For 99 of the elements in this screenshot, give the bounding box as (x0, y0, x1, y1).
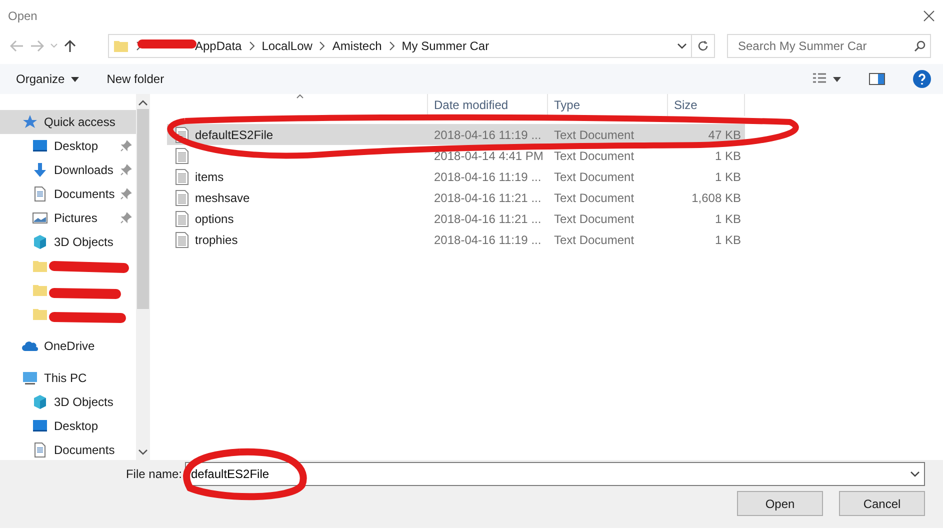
sidebar-item[interactable]: Documents (0, 182, 136, 206)
up-arrow-icon[interactable] (64, 39, 76, 53)
breadcrumb[interactable]: My Summer Car (402, 39, 490, 53)
cube-icon (32, 394, 48, 410)
refresh-button[interactable] (691, 34, 715, 58)
file-name-box[interactable]: defaultES2File (185, 462, 925, 486)
close-icon[interactable] (923, 10, 935, 22)
file-name: items (195, 170, 224, 184)
pin-icon[interactable] (120, 140, 132, 152)
help-icon[interactable] (913, 70, 931, 88)
dropdown-icon[interactable] (677, 42, 687, 50)
text-file-icon (175, 232, 189, 248)
chevron-icon (248, 41, 256, 51)
column-header[interactable]: Type (548, 94, 668, 116)
date-cell-text: 2018-04-16 11:19 ... (433, 232, 542, 246)
chevron-icon (318, 41, 326, 51)
dropdown-icon[interactable] (910, 470, 920, 478)
date-cell-text: 2018-04-14 4:41 PM (433, 148, 544, 162)
new-folder-button[interactable]: New folder (106, 72, 164, 86)
file-row[interactable]: 2018-04-14 4:41 PM Text Document 1 KB (167, 145, 745, 166)
organize-menu[interactable]: Organize (16, 72, 79, 86)
down-arrow-icon (32, 162, 48, 178)
file-name: options (195, 212, 234, 226)
date-cell-text: 2018-04-16 11:21 ... (433, 190, 542, 204)
breadcrumb[interactable]: LocalLow (262, 39, 312, 53)
view-options-icon[interactable] (813, 73, 841, 85)
scrollbar-thumb[interactable] (137, 109, 149, 309)
file-name-field[interactable]: defaultES2File (189, 466, 910, 482)
file-row[interactable]: items 2018-04-16 11:19 ... Text Document 1 KB (167, 166, 745, 187)
dialog-button[interactable]: Cancel (839, 491, 925, 516)
folder-icon (32, 306, 48, 322)
sidebar-item[interactable]: Pictures (0, 206, 136, 230)
refresh-icon (697, 40, 709, 52)
monitor-icon (32, 138, 48, 154)
sidebar-item[interactable]: Desktop (0, 134, 136, 158)
monitor-icon (32, 418, 48, 434)
text-file-icon (175, 210, 189, 226)
file-name-label: File name: (126, 467, 182, 481)
document-icon (32, 186, 48, 202)
date-cell-text: 2018-04-16 11:21 ... (433, 212, 542, 226)
breadcrumb[interactable]: Amistech (332, 39, 382, 53)
size-cell-text: 47 KB (707, 128, 742, 142)
file-row[interactable]: defaultES2File 2018-04-16 11:19 ... Text Document 47 KB (167, 124, 745, 145)
sidebar-item[interactable]: Downloads (0, 158, 136, 182)
type-cell-text: Text Document (553, 232, 636, 246)
chevron-icon (388, 41, 396, 51)
dialog-button[interactable]: Open (737, 491, 823, 516)
column-header[interactable]: Date modified (428, 94, 548, 116)
type-cell-text: Text Document (553, 212, 636, 226)
text-file-icon (175, 168, 189, 184)
document-icon (32, 442, 48, 458)
file-name: defaultES2File (195, 128, 274, 142)
scribble-mark (138, 40, 196, 48)
scroll-down-icon[interactable] (138, 448, 148, 456)
search-icon (914, 40, 926, 52)
star-icon (22, 114, 38, 130)
pin-icon[interactable] (120, 188, 132, 200)
sidebar-item[interactable]: Quick access (0, 110, 136, 134)
file-row[interactable]: options 2018-04-16 11:21 ... Text Document 1 KB (167, 208, 745, 229)
file-name: meshsave (195, 190, 250, 204)
folder-icon (32, 258, 48, 274)
file-row[interactable]: trophies 2018-04-16 11:19 ... Text Document 1 KB (167, 229, 745, 250)
type-cell-text: Text Document (553, 170, 636, 184)
pin-icon[interactable] (120, 164, 132, 176)
sidebar-item[interactable]: This PC (0, 366, 136, 390)
address-bar[interactable]: AppData LocalLow Amistech My Summer Car (108, 34, 692, 58)
preview-pane-icon[interactable] (869, 73, 885, 85)
text-file-icon (175, 190, 189, 206)
sidebar-item[interactable]: 3D Objects (0, 230, 136, 254)
date-cell-text: 2018-04-16 11:19 ... (433, 128, 542, 142)
sidebar-item[interactable]: Documents (0, 438, 136, 460)
date-cell-text: 2018-04-16 11:19 ... (433, 170, 542, 184)
size-cell-text: 1,608 KB (690, 190, 742, 204)
search-box[interactable]: Search My Summer Car (727, 34, 931, 58)
size-cell-text: 1 KB (714, 212, 742, 226)
size-cell-text: 1 KB (714, 170, 742, 184)
type-cell-text: Text Document (553, 148, 636, 162)
scribble-mark (49, 288, 121, 299)
sidebar-item[interactable]: OneDrive (0, 334, 136, 358)
file-row[interactable]: meshsave 2018-04-16 11:21 ... Text Document 1,608 KB (167, 187, 745, 208)
cube-icon (32, 234, 48, 250)
size-cell-text: 1 KB (714, 232, 742, 246)
breadcrumb[interactable]: AppData (195, 39, 242, 53)
type-cell-text: Text Document (553, 190, 636, 204)
scroll-up-icon[interactable] (138, 99, 148, 107)
folder-icon (113, 38, 129, 54)
sidebar-item[interactable]: Desktop (0, 414, 136, 438)
pin-icon[interactable] (120, 212, 132, 224)
window-title: Open (8, 9, 38, 23)
size-cell-text: 1 KB (714, 148, 742, 162)
text-file-icon (175, 148, 189, 164)
type-cell-text: Text Document (553, 128, 636, 142)
file-name: trophies (195, 232, 238, 246)
caret-icon (70, 76, 79, 82)
folder-icon (32, 282, 48, 298)
sidebar-item[interactable]: 3D Objects (0, 390, 136, 414)
computer-icon (22, 370, 38, 386)
column-header[interactable]: Size (668, 94, 745, 116)
picture-icon (32, 210, 48, 226)
